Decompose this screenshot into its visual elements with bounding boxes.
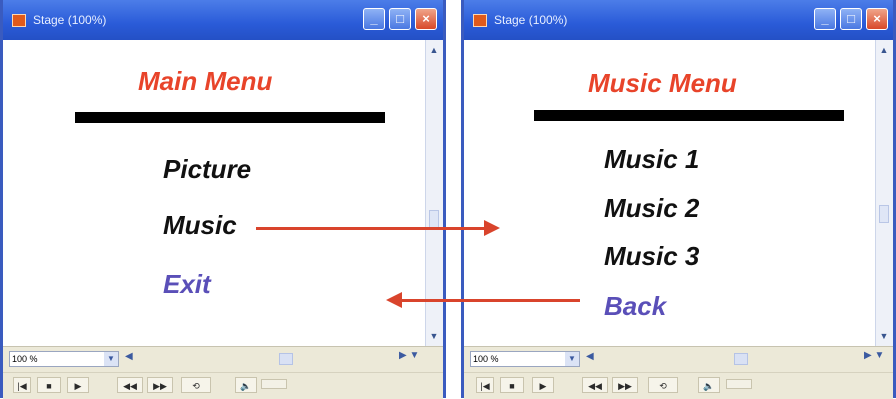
window-title: Stage (100%): [494, 13, 568, 27]
exit-menu-item[interactable]: Exit: [163, 269, 211, 300]
volume-icon[interactable]: 🔈: [235, 377, 257, 393]
step-back-icon[interactable]: ◀◀: [582, 377, 608, 393]
loop-icon[interactable]: ⟲: [181, 377, 211, 393]
music-menu-item[interactable]: Music: [163, 210, 237, 241]
stop-icon[interactable]: ■: [37, 377, 61, 393]
minimize-button[interactable]: _: [363, 8, 385, 30]
scroll-down-icon[interactable]: ▼: [428, 330, 440, 342]
arrow-back-to-main-menu: [402, 299, 580, 302]
zoom-select[interactable]: 100 % ▼: [9, 351, 119, 367]
scroll-up-icon[interactable]: ▲: [878, 44, 890, 56]
zoom-select[interactable]: 100 % ▼: [470, 351, 580, 367]
close-button[interactable]: ×: [415, 8, 437, 30]
horizontal-scroll-thumb[interactable]: [734, 353, 748, 365]
title-bar[interactable]: Stage (100%) _ □ ×: [3, 0, 443, 40]
rewind-icon[interactable]: |◀: [13, 377, 31, 393]
picture-menu-item[interactable]: Picture: [163, 154, 251, 185]
volume-slider[interactable]: [261, 379, 287, 389]
close-button[interactable]: ×: [866, 8, 888, 30]
director-app-icon: [12, 14, 26, 27]
stage-canvas: Main Menu Picture Music Exit: [3, 40, 443, 346]
chevron-down-icon[interactable]: ▼: [565, 352, 579, 366]
scroll-right-icon[interactable]: ▶ ▼: [864, 350, 884, 361]
status-bar: 100 % ▼ ◀ ▶ ▼: [464, 346, 893, 373]
rewind-icon[interactable]: |◀: [476, 377, 494, 393]
volume-slider[interactable]: [726, 379, 752, 389]
arrow-music-to-music-menu: [256, 227, 486, 230]
minimize-button[interactable]: _: [814, 8, 836, 30]
main-menu-title: Main Menu: [138, 66, 273, 96]
scroll-left-icon[interactable]: ◀: [586, 351, 594, 362]
scroll-right-icon[interactable]: ▶ ▼: [399, 350, 419, 361]
scroll-thumb[interactable]: [429, 210, 439, 228]
director-app-icon: [473, 14, 487, 27]
status-bar: 100 % ▼ ◀ ▶ ▼: [3, 346, 443, 373]
step-back-icon[interactable]: ◀◀: [117, 377, 143, 393]
stage-window-music: Stage (100%) _ □ × Music Menu Music 1 Mu…: [461, 0, 896, 399]
stop-icon[interactable]: ■: [500, 377, 524, 393]
step-forward-icon[interactable]: ▶▶: [612, 377, 638, 393]
window-title: Stage (100%): [33, 13, 107, 27]
scroll-down-icon[interactable]: ▼: [878, 330, 890, 342]
horizontal-scroll-thumb[interactable]: [279, 353, 293, 365]
title-bar[interactable]: Stage (100%) _ □ ×: [464, 0, 893, 40]
scroll-up-icon[interactable]: ▲: [428, 44, 440, 56]
play-icon[interactable]: ▶: [532, 377, 554, 393]
volume-icon[interactable]: 🔈: [698, 377, 720, 393]
maximize-button[interactable]: □: [840, 8, 862, 30]
chevron-down-icon[interactable]: ▼: [104, 352, 118, 366]
title-underline-bar: [75, 112, 385, 123]
title-underline-bar: [534, 110, 844, 121]
maximize-button[interactable]: □: [389, 8, 411, 30]
scroll-thumb[interactable]: [879, 205, 889, 223]
zoom-value: 100 %: [12, 354, 38, 364]
playback-controls: |◀ ■ ▶ ◀◀ ▶▶ ⟲ 🔈: [3, 372, 443, 399]
music-menu-title: Music Menu: [588, 68, 737, 98]
music-3-item[interactable]: Music 3: [604, 241, 699, 272]
arrowhead-right-icon: [484, 220, 500, 236]
music-1-item[interactable]: Music 1: [604, 144, 699, 175]
back-menu-item[interactable]: Back: [604, 291, 666, 322]
scroll-left-icon[interactable]: ◀: [125, 351, 133, 362]
vertical-scrollbar[interactable]: ▲ ▼: [875, 40, 893, 346]
step-forward-icon[interactable]: ▶▶: [147, 377, 173, 393]
playback-controls: |◀ ■ ▶ ◀◀ ▶▶ ⟲ 🔈: [464, 372, 893, 399]
arrowhead-left-icon: [386, 292, 402, 308]
play-icon[interactable]: ▶: [67, 377, 89, 393]
music-2-item[interactable]: Music 2: [604, 193, 699, 224]
stage-window-main: Stage (100%) _ □ × Main Menu Picture Mus…: [0, 0, 446, 399]
zoom-value: 100 %: [473, 354, 499, 364]
loop-icon[interactable]: ⟲: [648, 377, 678, 393]
